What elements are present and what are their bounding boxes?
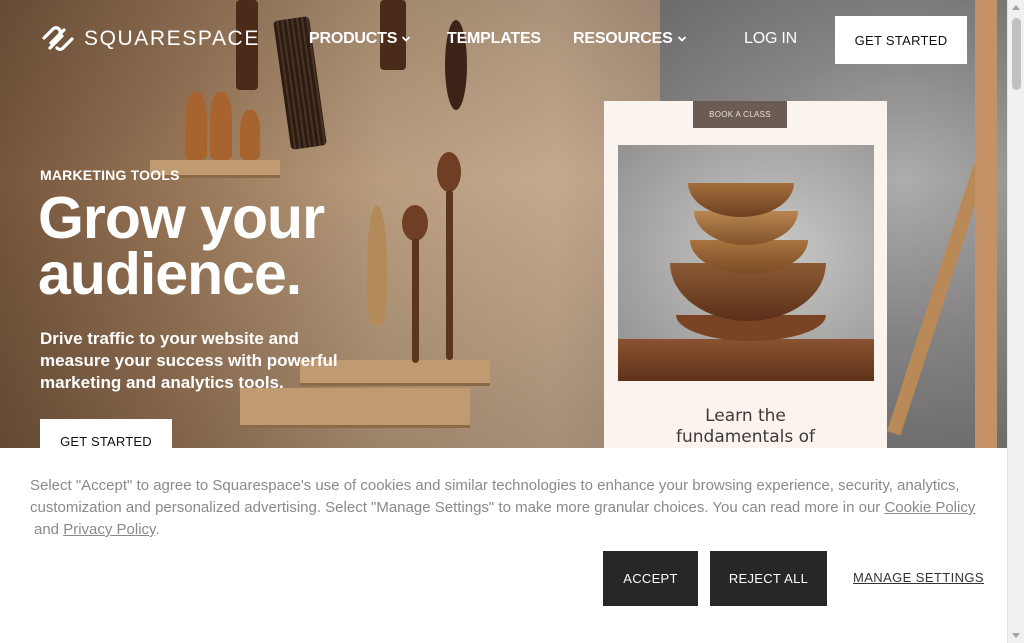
manage-settings-link[interactable]: MANAGE SETTINGS (853, 570, 984, 585)
squarespace-logo-icon (42, 26, 74, 51)
hero-headline: Grow your audience. (38, 185, 325, 307)
cookie-policy-link[interactable]: Cookie Policy (884, 499, 975, 516)
hero-subcopy: Drive traffic to your website and measur… (40, 329, 338, 392)
page-scrollbar[interactable] (1007, 0, 1024, 643)
chevron-down-icon (402, 36, 411, 42)
scroll-up-icon[interactable] (1012, 5, 1020, 10)
scroll-down-icon[interactable] (1012, 633, 1020, 638)
book-class-badge: BOOK A CLASS (693, 101, 787, 128)
squarespace-logo[interactable]: SQUARESPACE (40, 24, 260, 54)
cookie-banner: Select "Accept" to agree to Squarespace'… (0, 448, 1007, 643)
cookie-message: Select "Accept" to agree to Squarespace'… (30, 477, 976, 538)
chevron-down-icon (677, 36, 686, 42)
nav-templates[interactable]: TEMPLATES (447, 30, 541, 48)
top-navigation: SQUARESPACE PRODUCTS TEMPLATES RESOURCES… (0, 0, 1007, 80)
bowls-photo (618, 145, 874, 381)
logo-wordmark: SQUARESPACE (84, 27, 260, 50)
login-link[interactable]: LOG IN (744, 30, 797, 48)
template-preview-card: BOOK A CLASS Learn the fundamentals of (604, 101, 887, 448)
reject-all-button[interactable]: REJECT ALL (710, 551, 827, 606)
nav-resources[interactable]: RESOURCES (573, 30, 687, 48)
wooden-shelf (240, 388, 470, 428)
get-started-nav-button[interactable]: GET STARTED (835, 16, 967, 64)
privacy-policy-link[interactable]: Privacy Policy (63, 521, 155, 538)
card-title: Learn the fundamentals of (676, 406, 815, 447)
accept-button[interactable]: ACCEPT (603, 551, 698, 606)
nav-products[interactable]: PRODUCTS (309, 30, 411, 48)
scroll-thumb[interactable] (1012, 18, 1021, 90)
hero-eyebrow: MARKETING TOOLS (40, 167, 180, 183)
